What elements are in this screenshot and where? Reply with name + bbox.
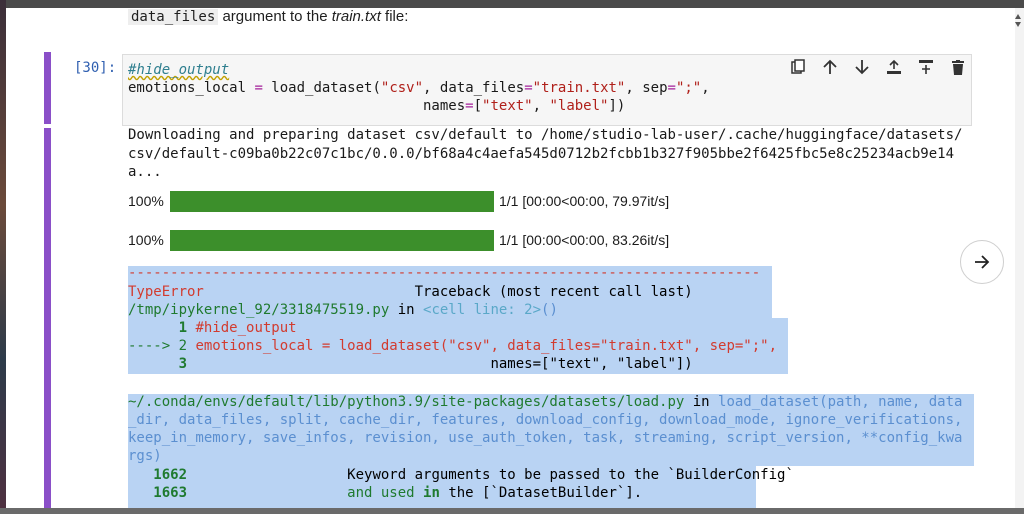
markdown-text-mid: argument to the: [218, 8, 332, 25]
traceback-title: Traceback (most recent call last): [203, 284, 693, 300]
markdown-emphasis: train.txt: [331, 8, 381, 25]
frame-args-line: rgs): [128, 448, 162, 464]
line-code: emotions_local = load_dataset("csv", dat…: [187, 338, 778, 354]
code-operator: =: [667, 80, 676, 96]
frame-paren: (): [541, 302, 558, 318]
scroll-up-icon[interactable]: [1015, 14, 1021, 19]
code-operator: =: [465, 98, 474, 114]
code-operator: =: [254, 80, 263, 96]
output-line: Downloading and preparing dataset csv/de…: [128, 127, 963, 143]
progress-stats: 1/1 [00:00<00:00, 79.97it/s]: [499, 193, 670, 209]
progress-bar: [170, 190, 494, 212]
error-arrow: ----> 2: [128, 338, 188, 354]
progress-percent: 100%: [128, 232, 164, 248]
notebook-page: data_files argument to the train.txt fil…: [6, 8, 1015, 508]
progress-percent: 100%: [128, 193, 164, 209]
line-number: 1: [128, 320, 188, 336]
arrow-right-circle-icon[interactable]: [960, 240, 1004, 284]
markdown-text: data_files argument to the train.txt fil…: [128, 8, 408, 25]
output-line: csv/default-c09ba0b22c07c1bc/0.0.0/bf68a…: [128, 145, 955, 162]
frame-args-line: keep_in_memory, save_infos, revision, us…: [128, 430, 963, 446]
line-number: 1662: [128, 467, 188, 483]
code-token: emotions_local: [128, 80, 255, 96]
progress-bar: [170, 229, 494, 251]
cell-toolbar: [782, 56, 974, 78]
traceback-line-1663: 1663 and used in the [`DatasetBuilder`].: [128, 484, 642, 502]
insert-below-icon[interactable]: [910, 56, 942, 78]
code-line-2: emotions_local = load_dataset("csv", dat…: [128, 79, 710, 97]
line-code: Keyword arguments to be passed to the `B…: [187, 467, 794, 483]
code-string: "train.txt": [532, 80, 626, 96]
code-token: names: [128, 98, 466, 114]
frame-in: in: [389, 302, 424, 318]
traceback-frame-2: ~/.conda/envs/default/lib/python3.9/site…: [128, 393, 962, 411]
insert-above-icon[interactable]: [878, 56, 910, 78]
traceback-line-1: 1 #hide_output: [128, 319, 297, 337]
code-line-1: #hide_output: [128, 61, 229, 79]
line-code: names=["text", "label"]): [187, 356, 693, 372]
code-token: [: [473, 98, 483, 114]
frame-file: /tmp/ipykernel_92/3318475519.py: [128, 302, 390, 318]
code-token: ,: [532, 98, 550, 114]
frame-args-line: _dir, data_files, split, cache_dir, feat…: [128, 412, 963, 428]
code-string: "text": [482, 98, 533, 114]
line-code: #hide_output: [187, 320, 297, 336]
keyword: in: [423, 485, 440, 501]
window-bottom-bar: [0, 508, 1024, 514]
code-token: , sep: [625, 80, 668, 96]
scroll-down-icon[interactable]: [1015, 22, 1021, 27]
line-number: 1663: [128, 485, 188, 501]
output-line: a...: [128, 164, 162, 180]
traceback-separator: ----------------------------------------…: [128, 265, 761, 281]
line-code: and used: [187, 485, 424, 501]
progress-row-2: 100% 1/1 [00:00<00:00, 83.26it/s]: [128, 229, 669, 251]
code-operator: =: [524, 80, 533, 96]
arrow-up-icon[interactable]: [814, 56, 846, 78]
code-comment: #hide_output: [128, 62, 230, 78]
frame-file: ~/.conda/envs/default/lib/python3.9/site…: [128, 394, 685, 410]
trash-icon[interactable]: [942, 56, 974, 78]
frame-function: load_dataset: [718, 394, 820, 410]
arrow-down-icon[interactable]: [846, 56, 878, 78]
code-token: load_dataset(: [262, 80, 381, 96]
traceback-line-3: 3 names=["text", "label"]): [128, 355, 693, 373]
traceback-line-1662: 1662 Keyword arguments to be passed to t…: [128, 466, 794, 484]
code-string: "label": [549, 98, 609, 114]
progress-stats: 1/1 [00:00<00:00, 83.26it/s]: [499, 232, 670, 248]
traceback-line-2: ----> 2 emotions_local = load_dataset("c…: [128, 337, 777, 355]
code-string: "csv": [380, 80, 424, 96]
window-top-bar: [0, 0, 1024, 8]
code-token: ,: [701, 80, 710, 96]
markdown-text-end: file:: [380, 8, 409, 25]
cell-output-collapser[interactable]: [44, 128, 51, 508]
progress-row-1: 100% 1/1 [00:00<00:00, 79.97it/s]: [128, 190, 669, 212]
code-token: ]): [608, 98, 626, 114]
cell-input-collapser[interactable]: [44, 52, 51, 124]
execution-count: [30]:: [74, 60, 117, 76]
code-string: ";": [675, 80, 702, 96]
frame-args: (path, name, data: [819, 394, 963, 410]
frame-in: in: [684, 394, 719, 410]
code-token: , data_files: [423, 80, 525, 96]
traceback-header: TypeError Traceback (most recent call la…: [128, 283, 693, 301]
line-code: the [`DatasetBuilder`].: [439, 485, 643, 501]
frame-location: <cell line: 2>: [423, 302, 542, 318]
inline-code: data_files: [128, 9, 219, 25]
scrollbar[interactable]: [1015, 8, 1024, 508]
traceback-frame-1: /tmp/ipykernel_92/3318475519.py in <cell…: [128, 301, 558, 319]
copy-icon[interactable]: [782, 56, 814, 78]
error-name: TypeError: [128, 284, 204, 300]
line-number: 3: [128, 356, 188, 372]
code-line-3: names=["text", "label"]): [128, 97, 625, 115]
